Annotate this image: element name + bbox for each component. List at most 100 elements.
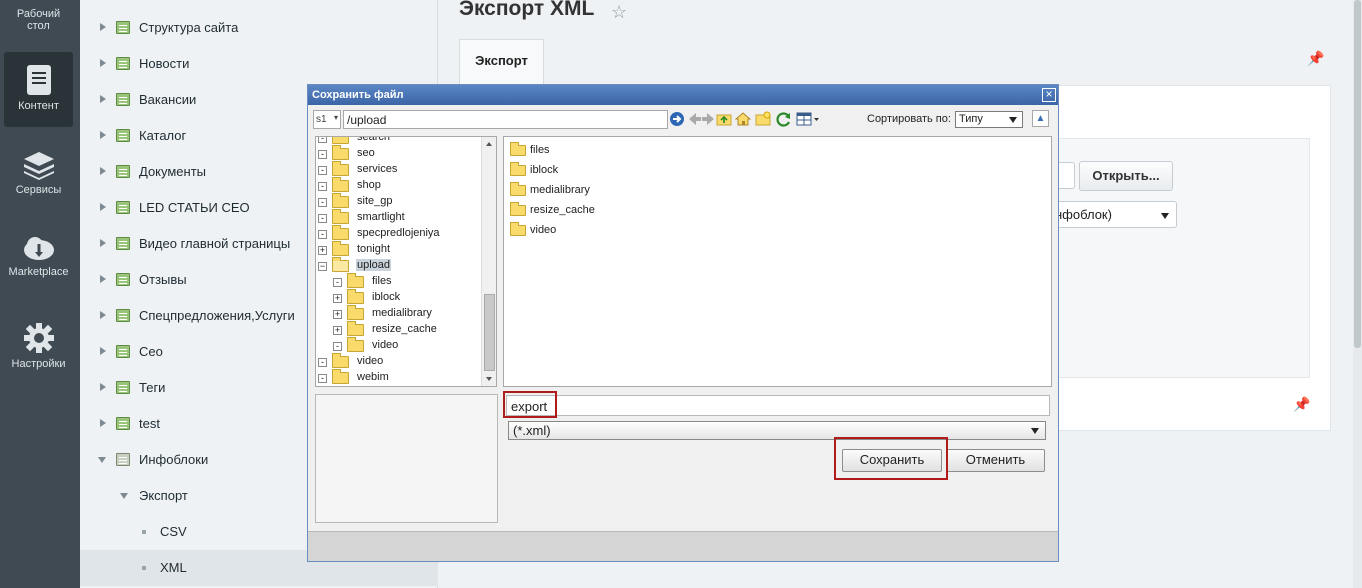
chevron-down-icon [1009, 117, 1017, 123]
expander-icon[interactable]: - [318, 150, 327, 159]
expander-icon[interactable]: + [333, 326, 342, 335]
menu-item-label: Спецпредложения,Услуги [139, 308, 295, 323]
iblock-icon [116, 201, 130, 214]
menu-item-site-structure[interactable]: Структура сайта [80, 10, 438, 46]
iblock-icon [116, 129, 130, 142]
expand-arrow-icon[interactable] [100, 203, 106, 211]
expand-arrow-icon[interactable] [100, 131, 106, 139]
rail-item-content[interactable]: Контент [4, 52, 73, 127]
tree-scrollbar-thumb[interactable] [484, 294, 495, 371]
rail-marketplace-label: Marketplace [8, 266, 69, 278]
list-item-label: files [530, 144, 550, 156]
expand-arrow-icon[interactable] [100, 239, 106, 247]
expand-arrow-icon[interactable] [100, 95, 106, 103]
tree-item-label: iblock [372, 291, 401, 303]
folder-up-icon[interactable] [716, 111, 732, 127]
filename-input[interactable]: export [506, 395, 1050, 416]
rail-content-label: Контент [18, 100, 59, 112]
tree-item-label: webim [357, 371, 389, 383]
folder-icon [347, 273, 364, 288]
filetype-select[interactable]: (*.xml) [508, 421, 1046, 440]
expander-icon[interactable]: - [318, 137, 327, 143]
expander-icon[interactable]: - [318, 374, 327, 383]
collapse-arrow-icon[interactable] [120, 493, 128, 499]
favorite-star-icon[interactable]: ☆ [611, 2, 627, 23]
expand-arrow-icon[interactable] [100, 347, 106, 355]
expander-icon[interactable]: - [318, 358, 327, 367]
list-item-label: resize_cache [530, 204, 595, 216]
list-item-label: medialibrary [530, 184, 590, 196]
go-icon[interactable] [669, 111, 685, 127]
rail-item-marketplace[interactable]: Marketplace [4, 236, 73, 284]
page-scrollbar[interactable] [1353, 0, 1362, 588]
expander-icon[interactable]: + [333, 310, 342, 319]
pin-icon[interactable]: 📌 [1293, 396, 1310, 413]
expander-icon[interactable]: - [318, 214, 327, 223]
pin-icon[interactable]: 📌 [1307, 50, 1324, 67]
menu-item-label: test [139, 416, 160, 431]
expand-arrow-icon[interactable] [100, 59, 106, 67]
folder-icon [510, 222, 526, 236]
collapse-arrow-icon[interactable] [98, 457, 106, 463]
page-title: Экспорт XML [459, 0, 595, 20]
save-highlight [834, 437, 948, 480]
scroll-up-icon[interactable] [486, 142, 492, 146]
expander-icon[interactable]: - [318, 166, 327, 175]
expand-arrow-icon[interactable] [100, 383, 106, 391]
expand-arrow-icon[interactable] [100, 275, 106, 283]
site-select[interactable]: s1 ▾ [313, 110, 341, 129]
site-structure-icon [116, 21, 130, 34]
menu-item-label: Новости [139, 56, 190, 71]
sort-select[interactable]: Типу [955, 111, 1023, 128]
expander-icon[interactable]: - [333, 342, 342, 351]
rail-item-services[interactable]: Сервисы [4, 150, 73, 202]
tree-item-label: video [372, 339, 399, 351]
scroll-down-icon[interactable] [486, 377, 492, 381]
expander-icon[interactable]: - [318, 182, 327, 191]
iblock-icon [116, 237, 130, 250]
menu-item-news[interactable]: Новости [80, 46, 438, 82]
tree-item-label: specpredlojeniya [357, 227, 440, 239]
new-folder-icon[interactable] [755, 111, 771, 127]
preview-pane [315, 394, 498, 523]
folder-tree: - search - seo - services - shop - site_gp - s… [315, 136, 497, 387]
expander-icon[interactable]: + [318, 246, 327, 255]
home-icon[interactable] [735, 111, 751, 127]
rail-desktop-label: Рабочий стол [16, 8, 61, 32]
sort-direction-icon[interactable]: ▲ [1032, 110, 1049, 127]
folder-icon [332, 161, 349, 176]
refresh-icon[interactable] [776, 111, 792, 127]
tree-scrollbar[interactable] [481, 137, 496, 386]
open-button[interactable]: Открыть... [1079, 161, 1173, 191]
tab-export[interactable]: Экспорт [459, 39, 544, 85]
expand-arrow-icon[interactable] [100, 419, 106, 427]
close-icon[interactable]: × [1042, 88, 1056, 102]
iblock-icon [116, 273, 130, 286]
expand-arrow-icon[interactable] [100, 23, 106, 31]
rail-item-settings[interactable]: Настройки [4, 322, 73, 374]
menu-item-label: LED СТАТЬИ СЕО [139, 200, 250, 215]
bullet-icon [142, 530, 146, 534]
chevron-down-icon [1031, 428, 1039, 434]
tree-item-label: search [357, 136, 391, 143]
scrollbar-thumb[interactable] [1354, 0, 1361, 348]
expander-icon[interactable]: - [333, 278, 342, 287]
expand-arrow-icon[interactable] [100, 167, 106, 175]
expander-icon[interactable]: + [333, 294, 342, 303]
path-input[interactable]: /upload [343, 110, 668, 129]
expand-arrow-icon[interactable] [100, 311, 106, 319]
rail-settings-label: Настройки [11, 358, 66, 370]
expander-icon[interactable]: - [318, 198, 327, 207]
folder-icon [332, 241, 349, 256]
cancel-button[interactable]: Отменить [946, 449, 1045, 472]
view-mode-icon[interactable] [796, 111, 820, 127]
rail-item-desktop[interactable]: Рабочий стол [4, 8, 73, 48]
expander-icon[interactable]: - [318, 230, 327, 239]
iblock-select[interactable]: нфоблок) [1049, 201, 1177, 228]
forward-icon[interactable] [700, 111, 716, 127]
folder-icon [510, 162, 526, 176]
iblock-icon [116, 57, 130, 70]
folder-icon [332, 145, 349, 160]
menu-item-label: Видео главной страницы [139, 236, 291, 251]
expander-icon[interactable]: − [318, 262, 327, 271]
